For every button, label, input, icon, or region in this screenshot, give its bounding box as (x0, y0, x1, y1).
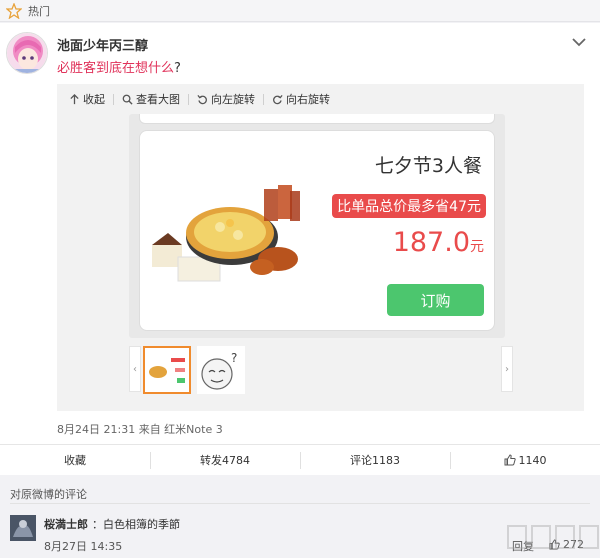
top-bar: 热门 (0, 0, 600, 22)
favorite-button[interactable]: 收藏 (0, 445, 150, 475)
collapse-label: 收起 (83, 93, 105, 106)
order-button[interactable]: 订购 (387, 284, 484, 316)
username[interactable]: 池面少年丙三醇 (57, 35, 148, 54)
favorite-label: 收藏 (64, 454, 86, 467)
post-text-main: 必胜客到底在想什么 (57, 61, 175, 76)
comment-author[interactable]: 桜満士郎 (44, 516, 88, 532)
like-button[interactable]: 1140 (450, 445, 600, 475)
pizza-combo-image (150, 175, 300, 285)
price-unit: 元 (470, 239, 484, 255)
comments-header: 对原微博的评论 (10, 488, 87, 501)
post-meta: 8月24日 21:31 来自 红米Note 3 (57, 423, 223, 436)
chevron-down-icon[interactable] (572, 32, 586, 47)
post-text-tail: ? (174, 61, 181, 76)
weibo-page: 热门 池面少年丙三醇 必胜客到底在想什么? 收起 查看大图 向左旋转 向右旋转 … (0, 0, 600, 558)
promo-image[interactable]: 七夕节3人餐 比单品总价最多省47元 187.0元 订购 (129, 114, 505, 338)
promo-title: 七夕节3人餐 (374, 155, 482, 177)
topbar-label: 热门 (28, 4, 50, 18)
rotate-left-icon (197, 94, 207, 104)
rotate-right-label: 向右旋转 (286, 93, 330, 106)
star-outline-icon[interactable] (5, 1, 23, 20)
price-value: 187.0 (392, 227, 470, 258)
rotate-right-button[interactable]: 向右旋转 (272, 91, 330, 107)
comment-avatar[interactable] (10, 515, 36, 541)
rotate-left-button[interactable]: 向左旋转 (197, 91, 255, 107)
site-watermark (506, 520, 600, 558)
media-viewer: 收起 查看大图 向左旋转 向右旋转 七夕节3人餐 比单品总价最多省47元 187… (57, 84, 584, 411)
promo-card: 七夕节3人餐 比单品总价最多省47元 187.0元 订购 (139, 130, 495, 331)
svg-text:?: ? (231, 351, 237, 365)
chevron-left-icon: ‹ (133, 363, 137, 375)
avatar[interactable] (6, 32, 48, 74)
thumb-prev-button[interactable]: ‹ (129, 346, 141, 392)
image-toolbar: 收起 查看大图 向左旋转 向右旋转 (57, 84, 584, 114)
comment-button[interactable]: 评论1183 (300, 445, 450, 475)
comment-time: 8月27日 14:35 (44, 540, 123, 553)
toolbar-divider (263, 93, 264, 105)
rotate-left-label: 向左旋转 (211, 93, 255, 106)
post-text: 必胜客到底在想什么? (57, 57, 181, 76)
rotate-right-icon (273, 94, 283, 104)
savings-badge: 比单品总价最多省47元 (332, 194, 486, 218)
action-bar: 收藏 转发4784 评论1183 1140 (0, 444, 600, 475)
thumb-next-button[interactable]: › (501, 346, 513, 392)
view-large-button[interactable]: 查看大图 (122, 91, 180, 107)
view-large-label: 查看大图 (136, 93, 180, 106)
repost-label: 转发4784 (200, 454, 250, 467)
comments-divider (10, 503, 590, 504)
toolbar-divider (113, 93, 114, 105)
thumbnail-meme[interactable]: ? (197, 346, 245, 394)
thumbnail-strip: ‹ ? › (129, 346, 513, 396)
chevron-right-icon: › (505, 363, 509, 375)
like-count: 1140 (518, 453, 547, 467)
search-icon (122, 94, 133, 105)
arrow-up-icon (70, 93, 79, 104)
thumbs-up-icon (504, 454, 516, 466)
post-card: 池面少年丙三醇 必胜客到底在想什么? 收起 查看大图 向左旋转 向右旋转 七夕节… (0, 23, 600, 475)
comment-text: ：白色相簿的季節 (92, 518, 180, 531)
toolbar-divider (188, 93, 189, 105)
comment-label: 评论1183 (350, 454, 400, 467)
repost-button[interactable]: 转发4784 (150, 445, 300, 475)
previous-card-edge (139, 114, 495, 124)
promo-price: 187.0元 (393, 227, 484, 258)
thumbnail-selected[interactable] (143, 346, 191, 394)
collapse-button[interactable]: 收起 (69, 91, 105, 107)
